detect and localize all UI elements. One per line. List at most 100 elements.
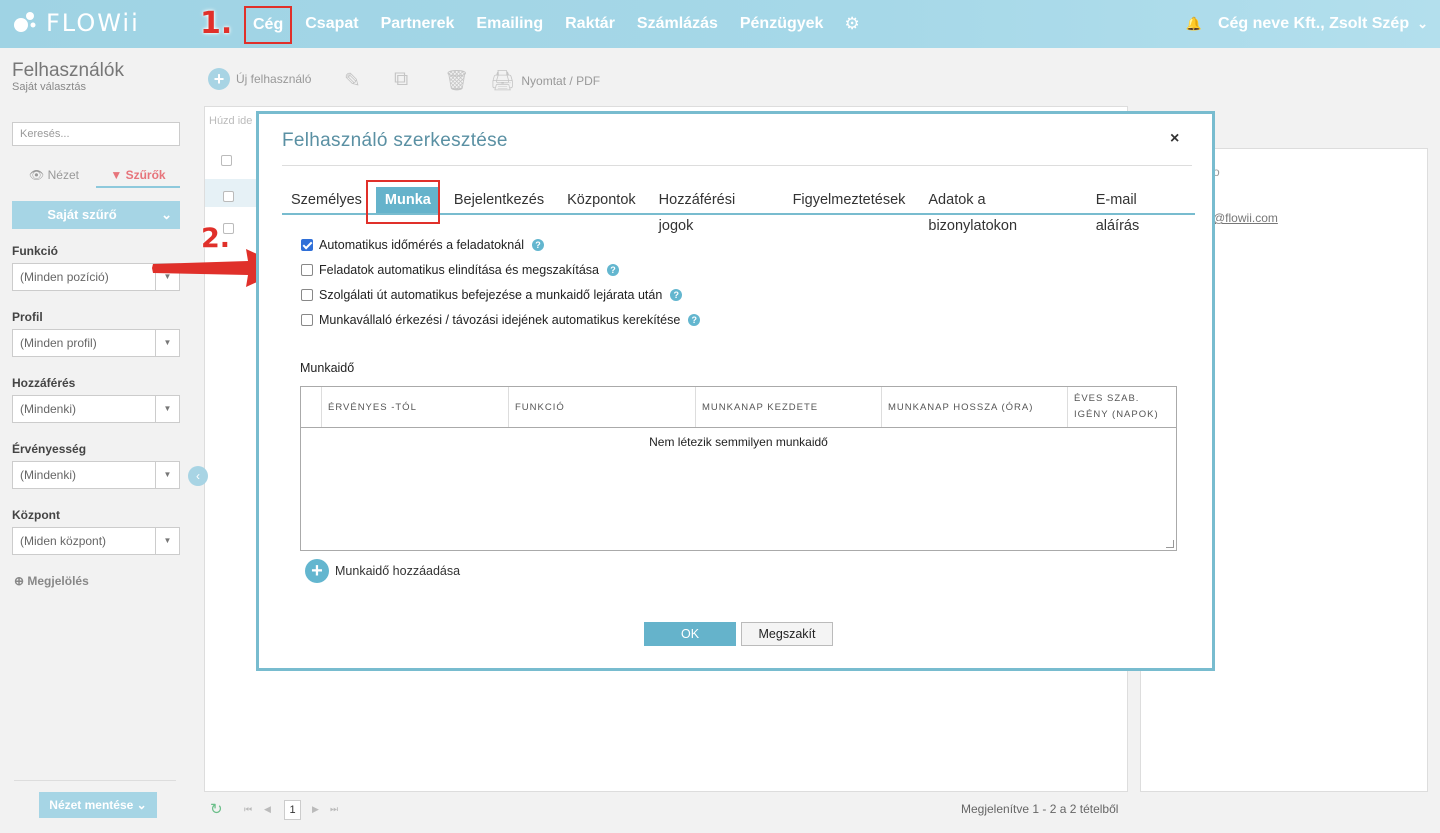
pager-info: Megjelenítve 1 - 2 a 2 tételből: [961, 802, 1119, 816]
delete-button[interactable]: 🗑: [444, 68, 475, 93]
last-page-icon[interactable]: ⏭: [330, 804, 338, 815]
chevron-down-icon[interactable]: ⌄: [1417, 16, 1428, 32]
option-auto-time-tracking[interactable]: Automatikus időmérés a feladatoknál ?: [301, 238, 544, 252]
own-filter-label: Saját szűrő: [47, 207, 117, 222]
notification-bell-icon[interactable]: 🔔: [1186, 16, 1202, 32]
dropdown-arrow-icon: ▼: [155, 396, 179, 422]
filter-label-hozzaferes: Hozzáférés: [12, 376, 76, 390]
pencil-icon: ✎: [344, 70, 361, 92]
trash-icon: 🗑: [444, 70, 470, 92]
left-sidebar: Felhasználók Saját választás Keresés... …: [0, 48, 192, 833]
plus-circle-icon: ⊕: [14, 574, 28, 588]
help-icon[interactable]: ?: [531, 239, 544, 251]
filter-select-profil[interactable]: (Minden profil) ▼: [12, 329, 180, 357]
dropdown-arrow-icon: ▼: [155, 462, 179, 488]
account-menu[interactable]: 🔔 Cég neve Kft., Zsolt Szép ⌄: [1186, 0, 1428, 48]
munka-tab-highlight: [366, 180, 440, 224]
ok-button[interactable]: OK: [644, 622, 736, 646]
tab-hozzaferesi-jogok[interactable]: Hozzáférési jogok: [650, 187, 779, 234]
tab-view[interactable]: 👁 Nézet: [12, 162, 96, 188]
option-auto-rounding[interactable]: Munkavállaló érkezési / távozási idejéne…: [301, 313, 701, 327]
sidebar-divider: [14, 780, 176, 781]
flowii-logo[interactable]: FLOWii: [12, 8, 140, 38]
refresh-icon[interactable]: ↻: [210, 800, 223, 818]
printer-icon: 🖨: [490, 70, 516, 92]
dropdown-arrow-icon: ▼: [155, 528, 179, 554]
tab-figyelmeztetesek[interactable]: Figyelmeztetések: [784, 187, 915, 213]
view-filter-tabs: 👁 Nézet ▼ Szűrők: [12, 162, 180, 188]
save-view-button[interactable]: Nézet mentése ⌄: [39, 792, 157, 818]
help-icon[interactable]: ?: [688, 314, 701, 326]
tab-filters[interactable]: ▼ Szűrők: [96, 162, 180, 188]
funnel-icon: ▼: [110, 168, 126, 182]
checkbox-unchecked[interactable]: [301, 264, 313, 276]
column-header[interactable]: FUNKCIÓ: [508, 387, 695, 427]
checkbox-unchecked[interactable]: [301, 289, 313, 301]
dropdown-arrow-icon: ▼: [155, 330, 179, 356]
nav-penzugyek[interactable]: Pénzügyek: [729, 0, 835, 48]
company-user-name[interactable]: Cég neve Kft., Zsolt Szép: [1218, 15, 1409, 33]
checkbox-unchecked[interactable]: [301, 314, 313, 326]
nav-raktar[interactable]: Raktár: [554, 0, 626, 48]
dialog-divider: [282, 165, 1192, 166]
detail-email-link[interactable]: @flowii.com: [1213, 211, 1278, 225]
column-header[interactable]: MUNKANAP KEZDETE: [695, 387, 881, 427]
dialog-title: Felhasználó szerkesztése: [282, 130, 508, 151]
help-icon[interactable]: ?: [607, 264, 620, 276]
edit-user-dialog: Felhasználó szerkesztése × Személyes Mun…: [256, 111, 1215, 671]
nav-csapat[interactable]: Csapat: [294, 0, 369, 48]
prev-page-icon[interactable]: ◀: [264, 804, 271, 815]
tab-szemelyes[interactable]: Személyes: [282, 187, 371, 213]
page-number[interactable]: 1: [284, 800, 301, 820]
tab-bejelentkezes[interactable]: Bejelentkezés: [445, 187, 553, 213]
first-page-icon[interactable]: ⏮: [244, 804, 252, 815]
copy-icon: ⧉: [394, 68, 409, 90]
filter-select-kozpont[interactable]: (Miden központ) ▼: [12, 527, 180, 555]
column-header[interactable]: ÉVES SZAB. IGÉNY (NAPOK): [1067, 387, 1176, 427]
chevron-down-icon: ⌄: [161, 207, 172, 222]
filter-select-ervenyesseg[interactable]: (Mindenki) ▼: [12, 461, 180, 489]
filter-select-hozzaferes[interactable]: (Mindenki) ▼: [12, 395, 180, 423]
search-input[interactable]: Keresés...: [12, 122, 180, 146]
nav-partnerek[interactable]: Partnerek: [370, 0, 466, 48]
tab-email-alairas[interactable]: E-mail aláírás: [1087, 187, 1190, 234]
eye-icon: 👁: [29, 168, 48, 182]
nav-ceg[interactable]: Cég: [242, 4, 294, 46]
edit-button[interactable]: ✎: [344, 68, 367, 93]
filter-label-ervenyesseg: Érvényesség: [12, 442, 87, 456]
cancel-button[interactable]: Megszakít: [741, 622, 833, 646]
step-1-annotation: 1.: [200, 6, 233, 41]
settings-gear-icon[interactable]: ⚙: [844, 14, 859, 34]
row-checkbox[interactable]: [223, 191, 234, 202]
new-user-button[interactable]: + Új felhasználó: [208, 68, 311, 90]
logo-text: FLOWii: [46, 9, 140, 37]
worktime-table-header: ÉRVÉNYES -TÓL FUNKCIÓ MUNKANAP KEZDETE M…: [301, 387, 1176, 428]
resize-handle-icon[interactable]: [1166, 540, 1174, 548]
column-header[interactable]: MUNKANAP HOSSZA (ÓRA): [881, 387, 1067, 427]
copy-button[interactable]: ⧉: [394, 68, 414, 91]
own-filter-dropdown[interactable]: Saját szűrő ⌄: [12, 201, 180, 229]
help-icon[interactable]: ?: [670, 289, 683, 301]
add-icon: +: [208, 68, 230, 90]
column-header[interactable]: ÉRVÉNYES -TÓL: [321, 387, 508, 427]
checkbox-checked[interactable]: [301, 239, 313, 251]
markers-toggle[interactable]: ⊕ Megjelölés: [14, 574, 89, 588]
tab-kozpontok[interactable]: Központok: [558, 187, 645, 213]
page-title: Felhasználók: [12, 60, 124, 81]
toolbar: + Új felhasználó ✎ ⧉ 🗑 🖨 Nyomtat / PDF: [192, 48, 1440, 106]
filter-label-profil: Profil: [12, 310, 43, 324]
worktime-section-label: Munkaidő: [300, 361, 355, 375]
next-page-icon[interactable]: ▶: [312, 804, 319, 815]
print-button[interactable]: 🖨 Nyomtat / PDF: [490, 68, 600, 93]
option-auto-task-start-stop[interactable]: Feladatok automatikus elindítása és megs…: [301, 263, 620, 277]
main-nav: Cég Csapat Partnerek Emailing Raktár Szá…: [242, 0, 860, 48]
tab-adatok-a-bizonylatokon[interactable]: Adatok a bizonylatokon: [919, 187, 1081, 234]
nav-szamlazas[interactable]: Számlázás: [626, 0, 729, 48]
nav-emailing[interactable]: Emailing: [465, 0, 554, 48]
collapse-sidebar-icon[interactable]: ‹: [188, 466, 208, 486]
add-worktime-button[interactable]: + Munkaidő hozzáadása: [305, 559, 460, 583]
add-icon: +: [305, 559, 329, 583]
select-all-checkbox[interactable]: [221, 155, 232, 166]
option-auto-trip-finish[interactable]: Szolgálati út automatikus befejezése a m…: [301, 288, 683, 302]
close-icon[interactable]: ×: [1170, 130, 1179, 148]
